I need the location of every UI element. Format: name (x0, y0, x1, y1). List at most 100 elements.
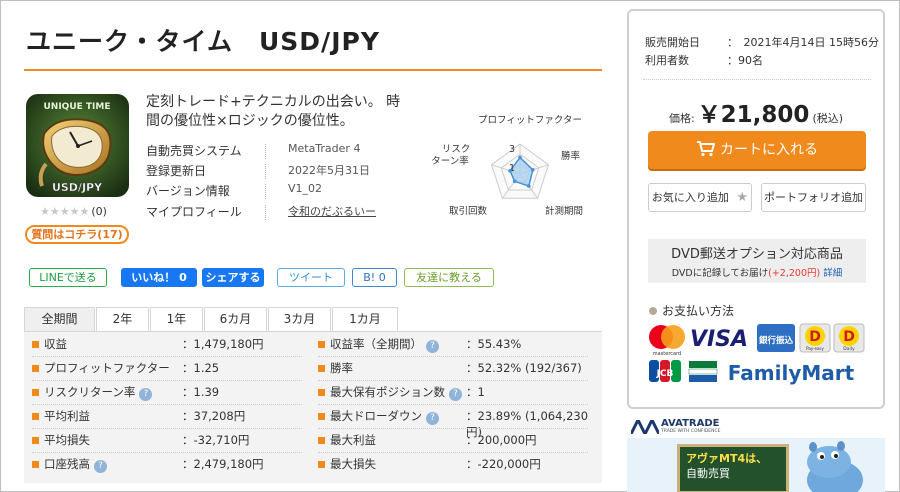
stat-label-text: 最大ドローダウン (330, 409, 422, 423)
stat-row: 収益率（全期間）? ：55.43% (318, 335, 598, 357)
jcb-text: JCB (656, 369, 674, 379)
product-icon: UNIQUE TIME USD/JPY (26, 94, 129, 197)
row-divider (318, 380, 588, 381)
spec-separator (265, 184, 266, 199)
tab-all[interactable]: 全期間 (24, 307, 95, 331)
spec-row: 自動売買システム MetaTrader 4 (146, 142, 406, 162)
radar-point (531, 168, 535, 172)
row-divider (32, 428, 302, 429)
dvd-title: DVD郵送オプション対応商品 (671, 247, 843, 262)
sale-start-row: 販売開始日 ： 2021年4月14日 15時56分 (645, 34, 879, 50)
stat-value: ：55.43% (466, 337, 522, 351)
star-icon: ★ (736, 190, 749, 205)
add-favorite-label: お気に入り追加 (651, 191, 729, 204)
product-catchphrase: 定刻トレード+テクニカルの出会い。 時間の優位性×ロジックの優位性。 (146, 94, 401, 129)
tab-1m[interactable]: 1カ月 (332, 307, 398, 331)
stat-row: 平均損失 ：-32,710円 (32, 431, 312, 453)
stat-row: 最大ドローダウン? ：23.89% (1,064,230円) (318, 407, 598, 439)
dvd-detail-link[interactable]: 詳細 (823, 268, 842, 279)
stat-label-text: 口座残高 (44, 457, 90, 471)
stat-value: ：1 (466, 385, 485, 399)
help-icon[interactable]: ? (139, 388, 153, 401)
stat-label-text: 最大保有ポジション数 (330, 385, 445, 399)
visa-text: VISA (690, 327, 748, 352)
profile-link[interactable]: 令和のだぶるいー (288, 203, 376, 219)
stat-value: ：1.39 (182, 385, 220, 399)
price-tax: (税込) (812, 112, 844, 125)
stat-label: 最大損失 (330, 457, 376, 471)
purchase-panel: 販売開始日 ： 2021年4月14日 15時56分 利用者数 ：90名 価格: ￥21… (627, 9, 885, 409)
stat-label: 最大保有ポジション数? (330, 384, 462, 401)
tab-2y[interactable]: 2年 (96, 307, 149, 331)
ad-line-2: 自動売買 (686, 467, 730, 480)
stat-value: ：-32,710円 (182, 433, 250, 447)
rating: ★★★★★ (0) (40, 205, 107, 218)
stat-row: 最大保有ポジション数? ：1 (318, 383, 598, 405)
radar-label-risk-1: リスク (442, 144, 471, 155)
stat-label: リスクリターン率? (44, 384, 153, 401)
stat-row: リスクリターン率? ：1.39 (32, 383, 312, 405)
page-title: ユニーク・タイム USD/JPY (26, 27, 380, 56)
help-icon[interactable]: ? (426, 340, 439, 353)
bank-transfer-logo: 銀行振込 (757, 324, 795, 352)
stat-row: 勝率 ：52.32% (192/367) (318, 359, 598, 381)
avatrade-logo-icon (631, 420, 659, 434)
stat-value: ：-220,000円 (466, 457, 541, 471)
radar-point (527, 184, 531, 188)
stat-label: プロフィットファクター (44, 361, 170, 375)
help-icon[interactable]: ? (94, 460, 107, 473)
price-value: ￥21,800 (697, 102, 810, 128)
performance-radar-chart: プロフィットファクター 勝率 計測期間 取引回数 リスク ターン率 3 1 (431, 115, 583, 217)
tab-6m[interactable]: 6カ月 (204, 307, 267, 331)
radar-label-pf: プロフィットファクター (478, 115, 582, 126)
stat-label: 勝率 (330, 361, 353, 375)
help-icon[interactable]: ? (426, 412, 439, 425)
bullet-dot (649, 307, 657, 315)
add-favorite-button[interactable]: お気に入り追加 ★ (648, 183, 752, 212)
stat-label: 収益率（全期間）? (330, 336, 439, 353)
hatena-bookmark-button[interactable]: B! 0 (352, 268, 397, 287)
daily-logo: D Daily (833, 323, 865, 353)
spec-row: 登録更新日 2022年5月31日 (146, 162, 406, 182)
bullet (318, 413, 325, 420)
line-share-button[interactable]: LINEで送る (29, 268, 107, 287)
tab-3m[interactable]: 3カ月 (268, 307, 331, 331)
row-divider (32, 356, 302, 357)
facebook-share-button[interactable]: シェアする (202, 268, 264, 287)
avatrade-ad-banner[interactable]: AVATRADE TRADE WITH CONFIDENCE アヴァMT4は、 … (627, 416, 885, 492)
stat-row: 口座残高? ：2,479,180円 (32, 455, 312, 477)
rating-count: (0) (91, 205, 107, 218)
spec-label: バージョン情報 (146, 184, 230, 198)
payment-logos-row-2: JCB FamilyMart (649, 360, 855, 385)
bank-transfer-text: 銀行振込 (758, 335, 794, 346)
radar-point (512, 179, 517, 184)
spec-label: マイプロフィール (146, 205, 242, 219)
help-icon[interactable]: ? (449, 388, 462, 401)
stat-label: 収益 (44, 337, 67, 351)
hippo-mascot-icon (807, 441, 863, 492)
tell-friend-button[interactable]: 友達に教える (404, 268, 494, 287)
price-label: 価格: (668, 112, 695, 125)
payeasy-logo: D Pay-easy (799, 323, 831, 353)
row-divider (318, 404, 588, 405)
add-portfolio-button[interactable]: ポートフォリオ追加 (761, 183, 866, 212)
stat-row: プロフィットファクター ：1.25 (32, 359, 312, 381)
daily-text: Daily (843, 346, 855, 352)
add-to-cart-button[interactable]: カートに入れる (648, 131, 866, 169)
dvd-price: (+2,200円) (768, 268, 821, 279)
familymart-text: FamilyMart (728, 361, 855, 385)
spec-value: 2022年5月31日 (288, 164, 370, 177)
jcb-logo: JCB (649, 360, 681, 382)
stat-row: 収益 ：1,479,180円 (32, 335, 312, 357)
ad-brand: AVATRADE (661, 418, 720, 429)
question-button[interactable]: 質問はコチラ(17) (25, 225, 129, 244)
stat-label: 平均利益 (44, 409, 90, 423)
stats-table: 収益 ：1,479,180円 プロフィットファクター ：1.25 リスクリターン率?… (24, 331, 602, 483)
icon-bottom-text: USD/JPY (52, 181, 103, 194)
stat-row: 最大損失 ：-220,000円 (318, 455, 598, 477)
payeasy-text: Pay-easy (806, 346, 824, 351)
tweet-button[interactable]: ツイート (277, 268, 345, 287)
tab-1y[interactable]: 1年 (150, 307, 203, 331)
bullet (32, 341, 39, 348)
facebook-like-button[interactable]: いいね！ 0 (121, 268, 197, 287)
